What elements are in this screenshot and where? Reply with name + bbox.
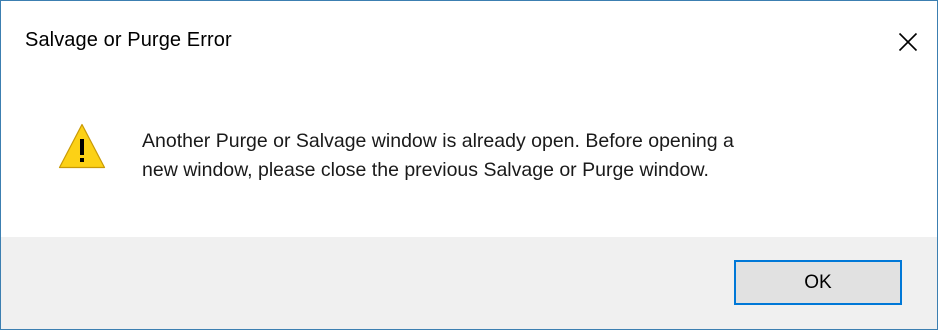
close-button[interactable] (879, 1, 937, 83)
error-dialog: Salvage or Purge Error Another Purge or … (0, 0, 938, 330)
window-title: Salvage or Purge Error (25, 29, 232, 51)
close-icon (898, 32, 918, 52)
dialog-content: Another Purge or Salvage window is alrea… (1, 83, 937, 237)
error-message: Another Purge or Salvage window is alrea… (142, 127, 902, 185)
message-line-2: new window, please close the previous Sa… (142, 159, 709, 181)
warning-icon (58, 123, 106, 169)
message-line-1: Another Purge or Salvage window is alrea… (142, 130, 734, 152)
title-bar[interactable]: Salvage or Purge Error (1, 1, 937, 83)
button-bar: OK (1, 237, 937, 329)
ok-button[interactable]: OK (734, 260, 902, 305)
